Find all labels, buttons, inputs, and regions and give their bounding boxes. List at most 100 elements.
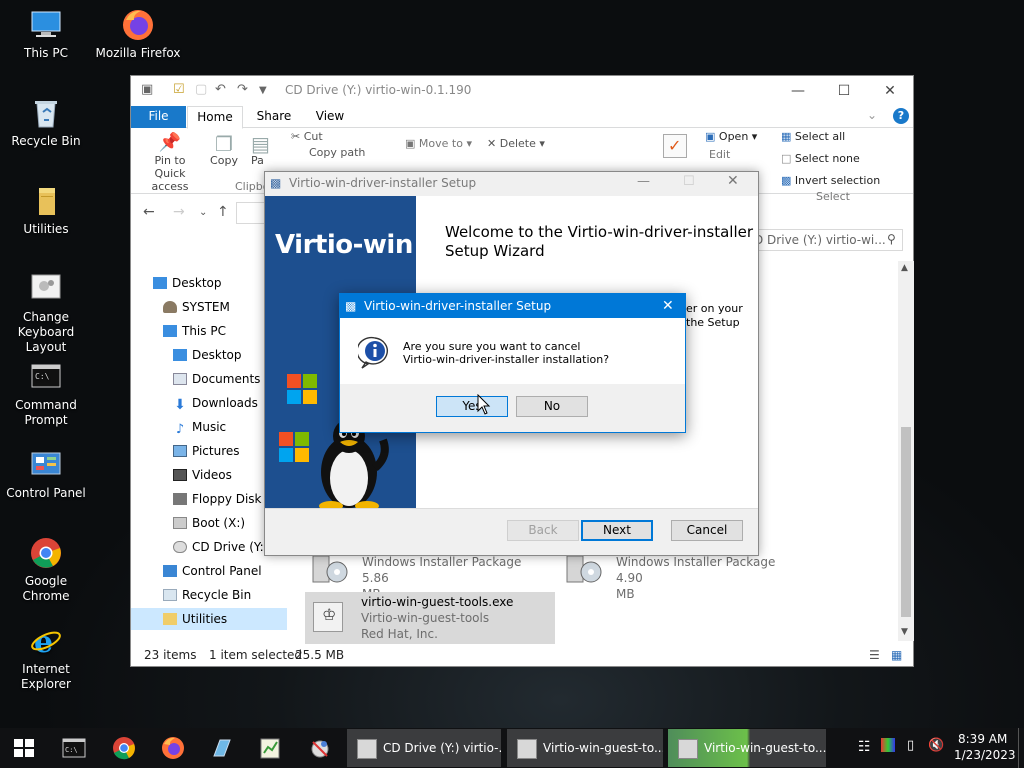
tree-item-boot[interactable]: Boot (X:) bbox=[173, 512, 245, 534]
tree-item-this-pc[interactable]: This PC bbox=[163, 320, 226, 342]
forward-arrow-icon[interactable]: → bbox=[173, 204, 185, 220]
desktop-icon-command-prompt[interactable]: C:\ Command Prompt bbox=[0, 360, 92, 428]
help-icon[interactable]: ? bbox=[893, 108, 909, 124]
copy-path-button[interactable]: Copy path bbox=[309, 146, 365, 159]
clock-time[interactable]: 8:39 AM bbox=[958, 732, 1007, 746]
cancel-confirm-dialog[interactable]: ▩ Virtio-win-driver-installer Setup ✕ Ar… bbox=[339, 293, 686, 433]
tree-item-documents[interactable]: Documents bbox=[173, 368, 260, 390]
tree-item-cd-drive[interactable]: CD Drive (Y:) v bbox=[173, 536, 263, 558]
taskbar-task-guest-tools-2[interactable]: Virtio-win-guest-to... bbox=[668, 729, 826, 767]
tree-item-music[interactable]: ♪ Music bbox=[173, 416, 226, 438]
delete-button[interactable]: ✕ Delete ▾ bbox=[487, 137, 545, 150]
display-icon[interactable] bbox=[881, 738, 895, 752]
speaker-muted-icon[interactable]: 🔇 bbox=[928, 738, 944, 753]
cut-button[interactable]: ✂ Cut bbox=[291, 130, 323, 143]
tab-share[interactable]: Share bbox=[249, 106, 299, 128]
large-icons-view-icon[interactable]: ▦ bbox=[891, 644, 902, 666]
usb-device-icon[interactable]: ▯ bbox=[907, 738, 914, 753]
pin-to-quick-access-button[interactable]: 📌 Pin to Quick access bbox=[139, 132, 201, 193]
start-windows-icon[interactable] bbox=[12, 736, 36, 760]
search-icon[interactable]: ⚲ bbox=[887, 232, 896, 246]
tree-item-recycle-bin[interactable]: Recycle Bin bbox=[163, 584, 251, 606]
desktop-icon-recycle-bin[interactable]: Recycle Bin bbox=[0, 96, 92, 149]
taskbar-task-explorer[interactable]: CD Drive (Y:) virtio-... bbox=[347, 729, 501, 767]
desktop-icon-label: Change Keyboard Layout bbox=[17, 310, 75, 354]
explorer-titlebar[interactable]: ▣ ☑ ▢ ↶ ↷ ▼ CD Drive (Y:) virtio-win-0.1… bbox=[131, 76, 913, 106]
desktop-icon-internet-explorer[interactable]: e Internet Explorer bbox=[0, 624, 92, 692]
back-button[interactable]: Back bbox=[507, 520, 579, 541]
yes-button[interactable]: Yes bbox=[436, 396, 508, 417]
chrome-icon[interactable] bbox=[112, 736, 136, 760]
close-icon[interactable]: ✕ bbox=[662, 294, 674, 318]
tree-item-videos[interactable]: Videos bbox=[173, 464, 232, 486]
tab-file[interactable]: File bbox=[131, 106, 186, 128]
desktop-icon-utilities[interactable]: Utilities bbox=[0, 184, 92, 237]
paste-button[interactable]: ▤ Pa bbox=[251, 132, 269, 167]
pen-tablet-icon[interactable] bbox=[210, 736, 234, 760]
installer-icon bbox=[517, 738, 537, 759]
up-arrow-icon[interactable]: ↑ bbox=[217, 204, 229, 220]
show-desktop-button[interactable] bbox=[1018, 728, 1024, 768]
ribbon-collapse-icon[interactable]: ⌄ bbox=[867, 108, 877, 122]
details-view-icon[interactable]: ☰ bbox=[869, 644, 880, 666]
edit-button[interactable]: Edit bbox=[709, 148, 730, 161]
folder-icon bbox=[29, 184, 63, 218]
properties-icon[interactable]: ☑ bbox=[173, 82, 185, 97]
minimize-icon[interactable]: — bbox=[637, 174, 650, 189]
search-input[interactable]: D Drive (Y:) virtio-wi... bbox=[754, 233, 886, 247]
qat-dropdown-icon[interactable]: ▼ bbox=[259, 85, 267, 96]
new-folder-icon[interactable]: ▢ bbox=[195, 82, 207, 97]
tree-item-control-panel[interactable]: Control Panel bbox=[163, 560, 262, 582]
scroll-down-icon[interactable]: ▼ bbox=[901, 627, 908, 637]
no-button[interactable]: No bbox=[516, 396, 588, 417]
tree-item-pictures[interactable]: Pictures bbox=[173, 440, 240, 462]
close-icon[interactable]: ✕ bbox=[727, 173, 739, 189]
scrollbar-thumb[interactable] bbox=[901, 427, 911, 617]
chrome-icon bbox=[29, 536, 63, 570]
recent-dropdown-icon[interactable]: ⌄ bbox=[199, 207, 207, 218]
maximize-icon[interactable]: ☐ bbox=[821, 76, 867, 106]
invert-selection-button[interactable]: ▩ Invert selection bbox=[781, 174, 880, 187]
taskbar-task-guest-tools-1[interactable]: Virtio-win-guest-to... bbox=[507, 729, 663, 767]
select-all-button[interactable]: ▦ Select all bbox=[781, 130, 845, 143]
vertical-scrollbar[interactable]: ▲ ▼ bbox=[898, 261, 914, 641]
desktop-icon-label: Internet Explorer bbox=[21, 662, 71, 691]
copy-button[interactable]: ❐ Copy bbox=[209, 132, 239, 167]
tab-view[interactable]: View bbox=[305, 106, 355, 128]
redo-icon[interactable]: ↷ bbox=[237, 82, 248, 97]
network-icon[interactable]: ☷ bbox=[858, 739, 871, 755]
desktop-icon-firefox[interactable]: Mozilla Firefox bbox=[92, 8, 184, 61]
command-prompt-icon[interactable]: C:\ bbox=[62, 736, 86, 760]
properties-checkmark-icon[interactable]: ✓ bbox=[663, 134, 687, 158]
file-item-guest-tools-exe[interactable]: ♔ virtio-win-guest-tools.exe Virtio-win-… bbox=[305, 592, 555, 644]
taskbar: C:\ CD Drive (Y:) virtio-... Virtio-win-… bbox=[0, 728, 1024, 768]
move-to-button[interactable]: ▣ Move to ▾ bbox=[405, 137, 472, 150]
tab-home[interactable]: Home bbox=[187, 106, 243, 129]
search-box[interactable]: D Drive (Y:) virtio-wi... ⚲ bbox=[749, 229, 903, 251]
select-none-button[interactable]: □ Select none bbox=[781, 152, 860, 165]
minimize-icon[interactable]: — bbox=[775, 76, 821, 106]
dialog-titlebar[interactable]: ▩ Virtio-win-driver-installer Setup ✕ bbox=[340, 294, 685, 318]
undo-icon[interactable]: ↶ bbox=[215, 82, 226, 97]
desktop-icon-control-panel[interactable]: Control Panel bbox=[0, 448, 92, 501]
tree-item-desktop-pc[interactable]: Desktop bbox=[173, 344, 242, 366]
clock-date[interactable]: 1/23/2023 bbox=[954, 748, 1016, 762]
system-tool-icon[interactable] bbox=[308, 736, 332, 760]
tree-item-floppy[interactable]: Floppy Disk D bbox=[173, 488, 263, 510]
next-button[interactable]: Next bbox=[581, 520, 653, 541]
back-arrow-icon[interactable]: ← bbox=[143, 204, 155, 220]
tree-item-downloads[interactable]: ⬇ Downloads bbox=[173, 392, 258, 414]
tree-item-system[interactable]: SYSTEM bbox=[163, 296, 230, 318]
cancel-button[interactable]: Cancel bbox=[671, 520, 743, 541]
desktop-icon-chrome[interactable]: Google Chrome bbox=[0, 536, 92, 604]
internet-explorer-icon: e bbox=[29, 624, 63, 660]
scroll-up-icon[interactable]: ▲ bbox=[901, 263, 908, 273]
notepad-chart-icon[interactable] bbox=[258, 736, 282, 760]
tree-item-desktop[interactable]: Desktop bbox=[153, 272, 222, 294]
open-button[interactable]: ▣ Open ▾ bbox=[705, 130, 757, 143]
desktop-icon-change-keyboard-layout[interactable]: Change Keyboard Layout bbox=[0, 272, 92, 355]
tree-item-utilities[interactable]: Utilities bbox=[131, 608, 287, 630]
close-icon[interactable]: ✕ bbox=[867, 76, 913, 106]
firefox-icon[interactable] bbox=[161, 736, 185, 760]
desktop-icon-this-pc[interactable]: This PC bbox=[0, 8, 92, 61]
